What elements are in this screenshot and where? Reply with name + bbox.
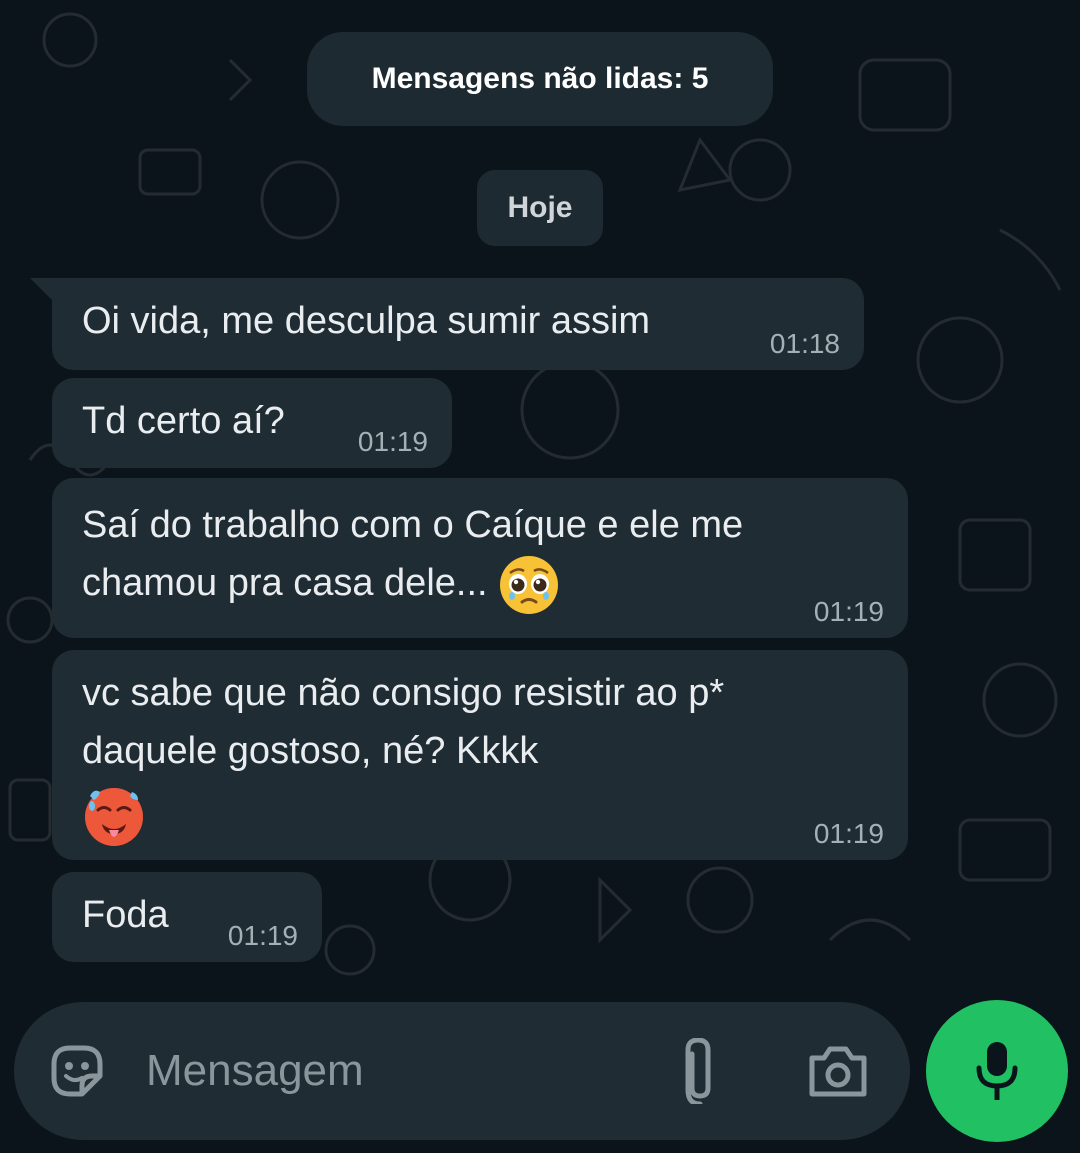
- message-time: 01:19: [813, 596, 884, 627]
- message-bubble[interactable]: vc sabe que não consigo resistir ao p* d…: [52, 650, 908, 860]
- microphone-icon: [976, 1042, 1018, 1100]
- message-bubble[interactable]: Td certo aí? 01:19: [52, 378, 452, 468]
- pleading-face-emoji: [500, 556, 559, 614]
- voice-message-button[interactable]: [926, 1000, 1068, 1142]
- message-time: 01:19: [357, 426, 428, 457]
- message-input[interactable]: Mensagem: [146, 1002, 364, 1140]
- message-bubble[interactable]: Oi vida, me desculpa sumir assim 01:18: [30, 278, 864, 370]
- paperclip-icon[interactable]: [678, 1038, 722, 1104]
- message-text: Oi vida, me desculpa sumir assim: [82, 300, 651, 342]
- hot-face-emoji: [85, 788, 143, 846]
- message-time: 01:18: [769, 328, 840, 359]
- message-composer: Mensagem: [14, 1002, 910, 1140]
- unread-messages-banner: Mensagens não lidas: 5: [307, 32, 773, 126]
- chat-screen: Mensagens não lidas: 5 Hoje Oi vida, me …: [0, 0, 1080, 1153]
- message-bubble[interactable]: Foda 01:19: [52, 872, 322, 962]
- message-bubble[interactable]: Saí do trabalho com o Caíque e ele me ch…: [52, 478, 908, 638]
- sticker-icon[interactable]: [46, 1040, 108, 1102]
- camera-icon[interactable]: [806, 1042, 870, 1100]
- message-time: 01:19: [227, 920, 298, 951]
- message-text: Saí do trabalho com o Caíque e ele me ch…: [82, 496, 880, 616]
- date-separator: Hoje: [477, 170, 603, 246]
- message-time: 01:19: [813, 818, 884, 849]
- message-text: vc sabe que não consigo resistir ao p* d…: [82, 672, 725, 772]
